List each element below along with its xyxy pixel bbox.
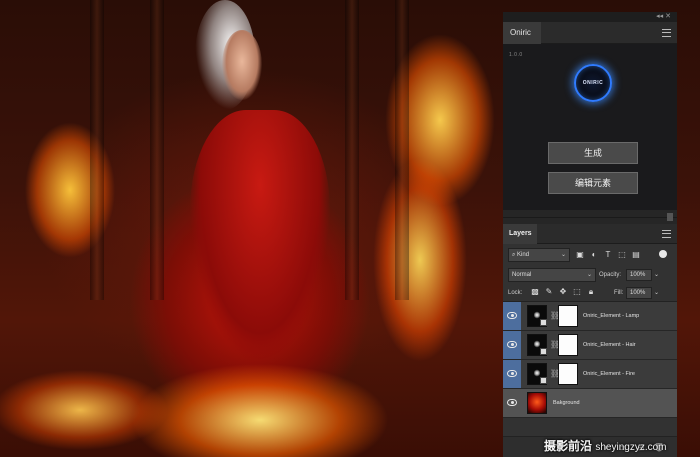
lock-position-icon[interactable]: ✥ <box>558 287 568 297</box>
fill-label: Fill: <box>614 290 624 296</box>
visibility-toggle[interactable] <box>503 389 521 417</box>
subject-head <box>222 30 262 100</box>
oniric-plugin-panel: 1.0.0 ONIRIC 生成 编辑元素 <box>503 44 677 210</box>
opacity-field[interactable]: 100% <box>626 269 652 281</box>
background-pillar <box>395 0 409 300</box>
type-filter-icon[interactable]: T <box>603 250 613 260</box>
opacity-label: Opacity: <box>599 272 622 278</box>
layer-name: Oniric_Element - Hair <box>583 342 636 348</box>
shape-filter-icon[interactable]: ⬚ <box>617 250 627 260</box>
blend-mode-value: Normal <box>512 272 532 278</box>
edit-elements-button[interactable]: 编辑元素 <box>548 172 638 194</box>
eye-icon <box>507 399 517 406</box>
tab-oniric[interactable]: Oniric <box>503 22 541 44</box>
panel-dock: ◂◂ ✕ Oniric 1.0.0 ONIRIC 生成 编辑元素 Layers … <box>503 12 677 457</box>
layer-name: Bakground <box>553 400 580 406</box>
eye-icon <box>507 370 517 377</box>
layer-list: ⛓︎ Oniric_Element - Lamp ⛓︎ Oniric_Eleme… <box>503 302 677 418</box>
lock-label: Lock: <box>508 290 523 296</box>
eye-icon <box>507 341 517 348</box>
layers-panel-tabbar: Layers <box>503 224 677 244</box>
chevron-down-icon: ⌄ <box>560 252 566 258</box>
lock-transparent-icon[interactable]: ▩ <box>530 287 540 297</box>
plugin-version: 1.0.0 <box>509 52 523 58</box>
layer-row-background[interactable]: Bakground <box>503 389 677 418</box>
eye-icon <box>507 312 517 319</box>
dock-top-bar: ◂◂ ✕ <box>503 12 677 22</box>
panel-splitter[interactable] <box>503 210 677 224</box>
smart-object-icon <box>540 377 547 384</box>
layer-list-empty-area[interactable] <box>503 418 677 436</box>
watermark-latin: sheyingzyz.com <box>595 442 667 453</box>
watermark-cn: 摄影前沿 <box>544 439 593 453</box>
scrollbar-thumb[interactable] <box>667 213 673 221</box>
layer-mask-thumbnail[interactable] <box>558 363 578 385</box>
layer-name: Oniric_Element - Lamp <box>583 313 640 319</box>
site-watermark: 摄影前沿 sheyingzyz.com <box>544 436 700 456</box>
filter-toggle-icon[interactable] <box>659 250 667 258</box>
lock-image-brush-icon[interactable]: ✎ <box>544 287 554 297</box>
opacity-slider-chevron-icon[interactable]: ⌄ <box>654 268 659 282</box>
lock-row: Lock: ▩ ✎ ✥ ⬚ 🔒︎ Fill: 100% ⌄ <box>503 284 677 302</box>
panel-menu-icon[interactable] <box>662 29 671 37</box>
layer-mask-thumbnail[interactable] <box>558 305 578 327</box>
background-pillar <box>90 0 104 300</box>
generate-button[interactable]: 生成 <box>548 142 638 164</box>
layer-mask-thumbnail[interactable] <box>558 334 578 356</box>
oniric-logo: ONIRIC <box>574 64 612 102</box>
collapse-panels-icon[interactable]: ◂◂ ✕ <box>656 12 671 22</box>
visibility-toggle[interactable] <box>503 302 521 330</box>
blend-row: Normal ⌄ Opacity: 100% ⌄ <box>503 266 677 284</box>
layer-filter-row: ⌕ Kind ⌄ ▣ ◐ T ⬚ ▤ <box>503 244 677 266</box>
smart-object-filter-icon[interactable]: ▤ <box>631 250 641 260</box>
layer-row-lamp[interactable]: ⛓︎ Oniric_Element - Lamp <box>503 302 677 331</box>
adjustment-filter-icon[interactable]: ◐ <box>589 250 599 260</box>
opacity-value: 100% <box>630 272 646 278</box>
background-pillar <box>150 0 164 300</box>
visibility-toggle[interactable] <box>503 331 521 359</box>
visibility-toggle[interactable] <box>503 360 521 388</box>
filter-kind-select[interactable]: ⌕ Kind ⌄ <box>508 248 570 262</box>
layer-thumbnail <box>527 392 547 414</box>
smart-object-icon <box>540 348 547 355</box>
smart-object-icon <box>540 319 547 326</box>
lock-artboard-icon[interactable]: ⬚ <box>572 287 582 297</box>
plugin-panel-tabbar: Oniric <box>503 22 677 44</box>
chevron-down-icon: ⌄ <box>586 272 592 278</box>
layer-name: Oniric_Element - Fire <box>583 371 635 377</box>
background-pillar <box>345 0 359 300</box>
fill-slider-chevron-icon[interactable]: ⌄ <box>654 286 659 300</box>
lock-all-icon[interactable]: 🔒︎ <box>586 287 596 297</box>
panel-menu-icon[interactable] <box>662 230 671 238</box>
layer-row-hair[interactable]: ⛓︎ Oniric_Element - Hair <box>503 331 677 360</box>
pixel-filter-icon[interactable]: ▣ <box>575 250 585 260</box>
layer-row-fire[interactable]: ⛓︎ Oniric_Element - Fire <box>503 360 677 389</box>
filter-kind-label: Kind <box>517 252 530 258</box>
fill-value: 100% <box>630 290 646 296</box>
logo-text: ONIRIC <box>582 80 604 86</box>
subject-red-dress <box>190 110 330 360</box>
blend-mode-select[interactable]: Normal ⌄ <box>508 268 596 282</box>
fill-field[interactable]: 100% <box>626 287 652 299</box>
tab-layers[interactable]: Layers <box>503 224 537 244</box>
